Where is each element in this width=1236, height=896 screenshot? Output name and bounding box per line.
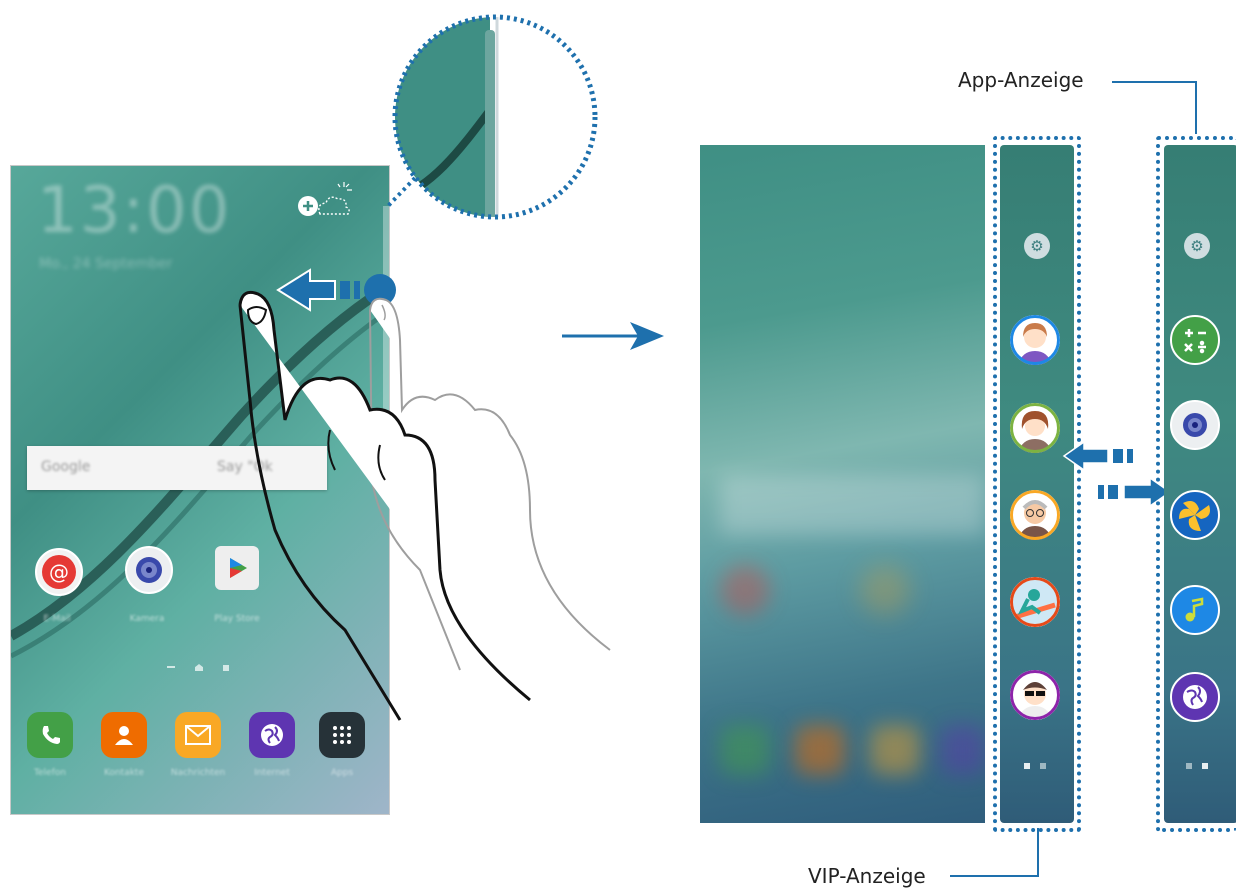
vip-page-dot (1024, 763, 1030, 769)
email-app-icon[interactable]: @ (35, 548, 83, 596)
vip-page-dot (1040, 763, 1046, 769)
calculator-icon[interactable] (1170, 315, 1220, 365)
contact-avatar-sunglasses-icon[interactable] (1010, 670, 1060, 720)
camera-app-icon[interactable] (125, 546, 173, 594)
google-logo: Google (41, 459, 91, 475)
app-settings-gear-icon[interactable]: ⚙ (1184, 233, 1210, 259)
app-panel-leader-line (1112, 81, 1197, 134)
phone-app-label: Telefon (34, 768, 66, 778)
vip-settings-gear-icon[interactable]: ⚙ (1024, 233, 1050, 259)
contact-avatar-girl-icon[interactable] (1010, 315, 1060, 365)
page-indicator-left (167, 666, 175, 668)
svg-text:@: @ (49, 560, 69, 584)
music-icon[interactable] (1170, 585, 1220, 635)
vip-panel-leader-line (950, 828, 1039, 877)
contact-avatar-man-glasses-icon[interactable] (1010, 490, 1060, 540)
camera-icon[interactable] (1170, 400, 1220, 450)
app-page-dot (1202, 763, 1208, 769)
contacts-app-label: Kontakte (104, 768, 144, 778)
messages-app-icon[interactable] (175, 712, 221, 758)
app-page-dot (1186, 763, 1192, 769)
apps-app-label: Apps (330, 768, 354, 778)
camera-app-label: Kamera (129, 614, 165, 624)
contact-avatar-woman-icon[interactable] (1010, 403, 1060, 453)
messages-app-label: Nachrichten (170, 768, 226, 778)
internet-icon[interactable] (1170, 672, 1220, 722)
app-panel-label: App-Anzeige (958, 68, 1084, 92)
clock-widget: 13:00 (37, 174, 232, 248)
page-indicator-right (223, 665, 229, 671)
swipe-left-panel-arrow-icon (1062, 440, 1133, 472)
date-widget: Mo., 24 September (39, 256, 173, 272)
weather-add-icon[interactable] (294, 178, 354, 228)
contact-avatar-snowboarder-icon[interactable] (1010, 577, 1060, 627)
phone-app-icon[interactable] (27, 712, 73, 758)
gallery-icon[interactable] (1170, 490, 1220, 540)
vip-panel-label: VIP-Anzeige (808, 864, 926, 888)
email-app-label: E-Mail (43, 614, 71, 624)
transition-arrow-icon (562, 322, 664, 350)
magnifier-callout (386, 14, 598, 220)
contacts-app-icon[interactable] (101, 712, 147, 758)
blurred-home-screen (700, 145, 985, 823)
internet-app-label: Internet (254, 768, 290, 778)
